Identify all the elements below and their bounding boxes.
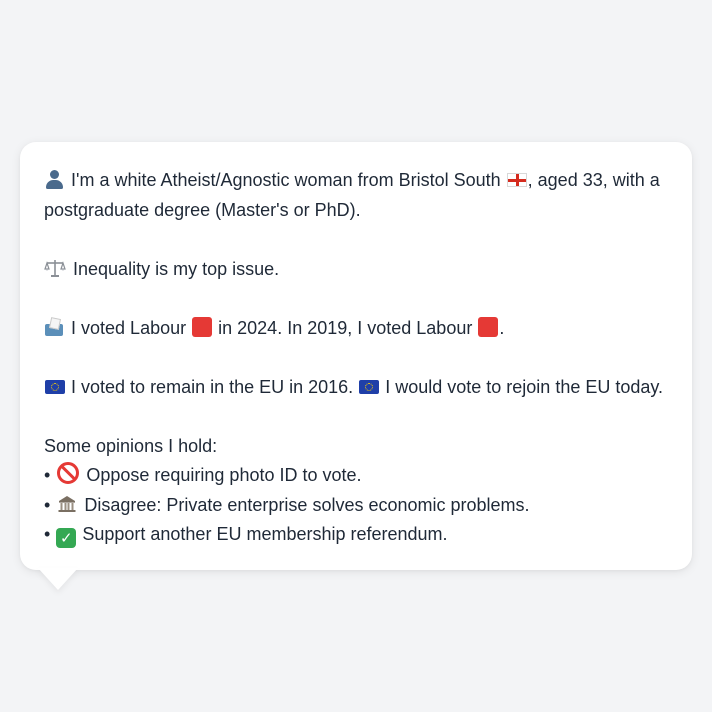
eu-stance-line: I voted to remain in the EU in 2016. I w… <box>44 373 672 403</box>
opinion-item: • Disagree: Private enterprise solves ec… <box>44 491 672 521</box>
opinion-text: Support another EU membership referendum… <box>82 524 448 544</box>
england-flag-icon <box>506 173 527 187</box>
profile-message-bubble: I'm a white Atheist/Agnostic woman from … <box>20 142 692 570</box>
eu-rejoin-text: I would vote to rejoin the EU today. <box>385 376 664 397</box>
vote-2024-text: I voted Labour <box>71 317 187 338</box>
voting-history-line: I voted Labour in 2024. In 2019, I voted… <box>44 314 672 344</box>
check-mark-icon: ✓ <box>56 528 77 548</box>
vote-end-text: . <box>499 317 505 338</box>
bubble-tail <box>38 568 78 590</box>
ballot-box-icon <box>44 316 64 336</box>
eu-flag-icon <box>45 379 65 394</box>
bullet: • <box>44 494 51 515</box>
bullet: • <box>44 524 51 544</box>
opinion-item: • ✓ Support another EU membership refere… <box>44 520 672 550</box>
labour-red-square-icon <box>478 316 499 337</box>
intro-line: I'm a white Atheist/Agnostic woman from … <box>44 166 672 225</box>
bank-icon <box>58 495 76 512</box>
eu-flag-icon <box>359 379 380 394</box>
eu-referendum-text: I voted to remain in the EU in 2016. <box>71 376 354 397</box>
opinion-text: Disagree: Private enterprise solves econ… <box>84 494 530 515</box>
opinion-text: Oppose requiring photo ID to vote. <box>86 465 362 485</box>
vote-2019-text: in 2024. In 2019, I voted Labour <box>218 317 473 338</box>
top-issue-line: Inequality is my top issue. <box>44 255 672 285</box>
labour-red-square-icon <box>192 316 213 337</box>
prohibited-icon <box>57 462 80 484</box>
opinion-item: • Oppose requiring photo ID to vote. <box>44 461 672 491</box>
bullet: • <box>44 465 51 485</box>
top-issue-text: Inequality is my top issue. <box>73 258 280 279</box>
opinions-heading: Some opinions I hold: <box>44 435 218 456</box>
user-silhouette-icon <box>44 169 64 189</box>
balance-scale-icon <box>44 259 66 277</box>
intro-text: I'm a white Atheist/Agnostic woman from … <box>71 170 501 190</box>
